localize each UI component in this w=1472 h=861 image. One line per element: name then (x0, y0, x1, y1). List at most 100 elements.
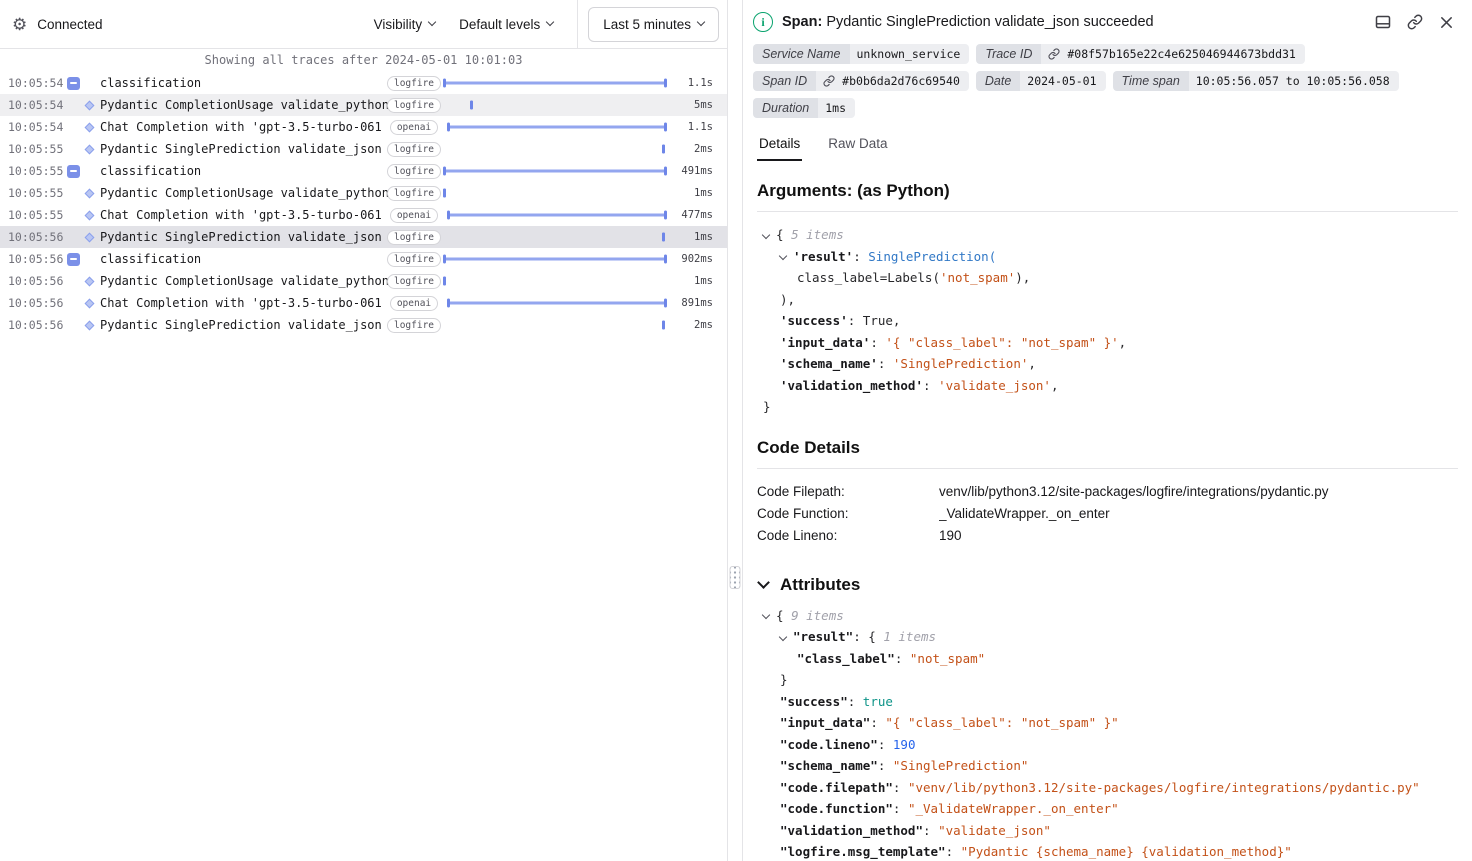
info-icon: i (753, 12, 773, 32)
trace-row-label: Pydantic SinglePrediction validate_json (100, 230, 389, 244)
code-token: ), (1015, 270, 1030, 285)
expand-chevron-icon[interactable] (779, 252, 787, 260)
trace-row-tag: logfire (387, 230, 441, 245)
trace-row[interactable]: 10:05:54Pydantic CompletionUsage validat… (0, 94, 727, 116)
trace-row-icon-cell (60, 146, 100, 153)
tab-details[interactable]: Details (757, 132, 802, 161)
trace-row[interactable]: 10:05:54Chat Completion with 'gpt-3.5-tu… (0, 116, 727, 138)
trace-row[interactable]: 10:05:56 Pydantic SinglePrediction valida… (0, 314, 727, 336)
trace-row-bar (447, 214, 667, 217)
code-detail-value: venv/lib/python3.12/site-packages/logfir… (939, 481, 1458, 503)
trace-row-icon-cell (60, 253, 100, 266)
trace-row[interactable]: 10:05:55Chat Completion with 'gpt-3.5-tu… (0, 204, 727, 226)
code-token: , (1028, 356, 1036, 371)
panel-resize-divider[interactable] (728, 0, 743, 861)
trace-row-icon-cell (60, 102, 100, 109)
trace-row-label: Pydantic SinglePrediction validate_json (100, 142, 389, 156)
trace-row-duration: 1.1s (677, 121, 727, 133)
span-diamond-icon (85, 210, 95, 220)
resize-grip-icon[interactable] (730, 566, 741, 589)
connection-status: Connected (37, 17, 102, 32)
code-token: : (870, 715, 885, 730)
trace-row-tag-cell: openai (389, 296, 439, 311)
code-token: : (946, 844, 961, 859)
trace-row-tag: logfire (387, 98, 441, 113)
code-detail-value: 190 (939, 525, 1458, 547)
trace-row-label: classification (100, 76, 389, 90)
settings-gear-icon[interactable]: ⚙ (12, 16, 27, 33)
trace-row-duration: 477ms (677, 209, 727, 221)
trace-row-time: 10:05:56 (0, 318, 60, 332)
trace-row-tag: openai (390, 208, 438, 223)
trace-row-label: Chat Completion with 'gpt-3.5-turbo-061 (100, 296, 389, 310)
expand-chevron-icon[interactable] (779, 632, 787, 640)
badge-value: 1ms (818, 98, 855, 118)
time-range-dropdown[interactable]: Last 5 minutes (588, 7, 719, 42)
trace-row-tag-cell: logfire (389, 186, 439, 201)
trace-row[interactable]: 10:05:56Pydantic SinglePrediction valida… (0, 226, 727, 248)
default-levels-dropdown[interactable]: Default levels (459, 17, 553, 32)
trace-row-label: Chat Completion with 'gpt-3.5-turbo-061 (100, 120, 389, 134)
expand-chevron-icon[interactable] (762, 230, 770, 238)
code-token: : (870, 335, 885, 350)
trace-row-label: Pydantic SinglePrediction validate_json (100, 318, 389, 332)
code-token: SinglePrediction( (868, 249, 996, 264)
minus-dash (70, 170, 77, 172)
span-diamond-icon (85, 232, 95, 242)
copy-link-icon[interactable] (1407, 14, 1423, 30)
trace-row-bar-track (443, 292, 667, 314)
trace-row[interactable]: 10:05:55Pydantic SinglePrediction valida… (0, 138, 727, 160)
span-meta-badge: Trace ID#08f57b165e22c4e625046944673bdd3… (976, 44, 1304, 64)
trace-row[interactable]: 10:05:56Pydantic CompletionUsage validat… (0, 270, 727, 292)
trace-row[interactable]: 10:05:54classificationlogfire1.1s (0, 72, 727, 94)
code-token: 'not_spam' (940, 270, 1015, 285)
trace-row[interactable]: 10:05:56Chat Completion with 'gpt-3.5-tu… (0, 292, 727, 314)
trace-row[interactable]: 10:05:55classificationlogfire491ms (0, 160, 727, 182)
badge-label: Span ID (753, 71, 816, 91)
code-token: "code.lineno" (780, 737, 878, 752)
dock-panel-icon[interactable] (1375, 14, 1391, 30)
trace-row-duration: 1ms (677, 187, 727, 199)
code-token: "schema_name" (780, 758, 878, 773)
span-header-actions (1375, 14, 1458, 30)
code-line: { 5 items (757, 224, 1458, 246)
badge-label: Duration (753, 98, 818, 118)
close-icon[interactable] (1439, 15, 1454, 30)
trace-row[interactable]: 10:05:56classificationlogfire902ms (0, 248, 727, 270)
code-line: { 9 items (757, 605, 1458, 627)
collapse-toggle-icon[interactable] (67, 253, 80, 266)
trace-row-time: 10:05:55 (0, 164, 60, 178)
trace-row-label: Pydantic CompletionUsage validate_python (100, 98, 389, 112)
trace-row-tag: logfire (387, 76, 441, 91)
arguments-json-viewer: { 5 items'result': SinglePrediction(clas… (757, 224, 1458, 418)
code-token: : (893, 780, 908, 795)
tab-raw-data[interactable]: Raw Data (826, 132, 889, 161)
collapse-toggle-icon[interactable] (67, 165, 80, 178)
trace-row-tag: openai (390, 120, 438, 135)
attributes-heading[interactable]: Attributes (757, 575, 1458, 595)
code-token: { (776, 227, 791, 242)
visibility-dropdown[interactable]: Visibility (374, 17, 436, 32)
span-title-text: Pydantic SinglePrediction validate_json … (826, 14, 1153, 30)
code-detail-label: Code Lineno: (757, 525, 939, 547)
trace-row[interactable]: 10:05:55Pydantic CompletionUsage validat… (0, 182, 727, 204)
trace-row-bar-track (443, 314, 667, 336)
code-line: "schema_name": "SinglePrediction" (757, 755, 1458, 777)
trace-row-bar (443, 280, 446, 283)
expand-chevron-icon[interactable] (762, 611, 770, 619)
trace-row-tag: logfire (387, 142, 441, 157)
code-token: : (848, 694, 863, 709)
trace-row-icon-cell (60, 300, 100, 307)
code-details-heading: Code Details (757, 438, 1458, 458)
code-token: 9 items (791, 608, 844, 623)
code-detail-row: Code Filepath:venv/lib/python3.12/site-p… (757, 481, 1458, 503)
trace-row-icon-cell (60, 278, 100, 285)
section-rule (757, 211, 1458, 212)
code-token: { (776, 608, 791, 623)
trace-row-bar (443, 82, 667, 85)
collapse-toggle-icon[interactable] (67, 77, 80, 90)
code-token: , (1119, 335, 1127, 350)
code-line: 'schema_name': 'SinglePrediction', (757, 353, 1458, 375)
code-token: ), (780, 292, 795, 307)
badge-value: 2024-05-01 (1020, 71, 1105, 91)
